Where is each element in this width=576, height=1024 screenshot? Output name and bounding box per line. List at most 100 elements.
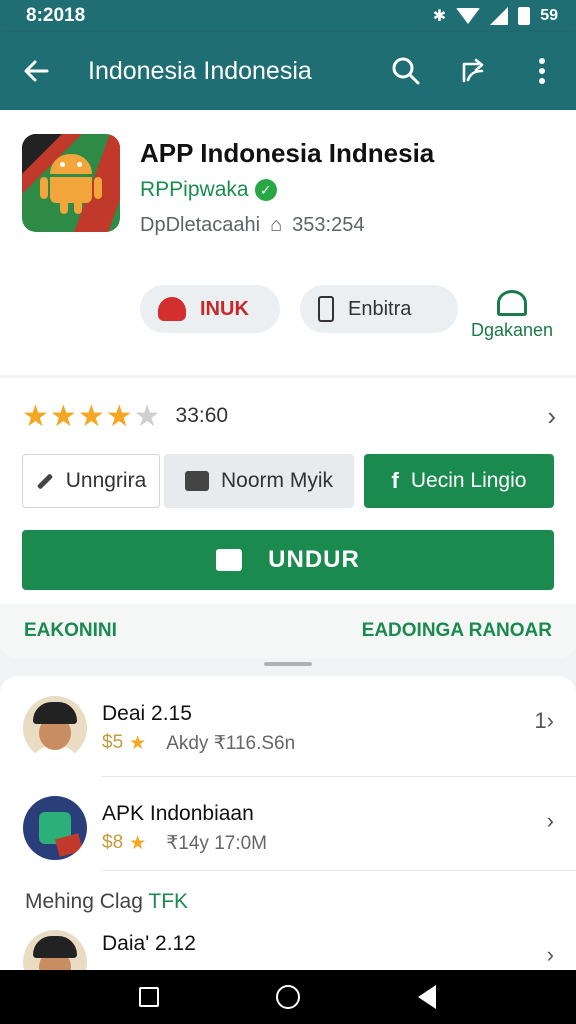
android-body xyxy=(50,177,92,203)
bluetooth-icon: ✱ xyxy=(432,8,447,25)
edit-button-label: Unngrira xyxy=(65,469,147,492)
back-arrow-icon xyxy=(24,60,49,82)
item-sub: $8 ★ ₹14y 17:0M xyxy=(102,832,267,855)
chip-device[interactable]: Enbitra xyxy=(300,285,458,333)
divider xyxy=(102,870,576,871)
signal-icon xyxy=(490,7,509,25)
avatar xyxy=(23,930,87,970)
avatar-hair xyxy=(33,702,77,724)
android-leg xyxy=(60,200,68,214)
list-item[interactable]: Daia' 2.12 › xyxy=(0,912,576,970)
battery-level: 59 xyxy=(540,7,558,24)
status-icons: ✱ 59 xyxy=(433,6,558,26)
item-trail: 1 xyxy=(534,708,547,733)
chevron-right-icon: › xyxy=(546,942,554,967)
triangle-back-icon xyxy=(417,985,436,1009)
meta-right: 353:254 xyxy=(292,214,365,236)
item-detail: Akdy ₹116.S6n xyxy=(166,733,296,754)
chip-device-label: Enbitra xyxy=(348,297,412,320)
item-detail: ₹14y 17:0M xyxy=(166,833,267,854)
app-name: APP Indonesia Indnesia xyxy=(140,138,435,168)
related-list: Deai 2.15 $5 ★ Akdy ₹116.S6n 1› APK Indo… xyxy=(0,676,576,970)
rating-row[interactable]: ★★★★★ 33:60 › xyxy=(22,396,556,436)
drag-handle[interactable] xyxy=(264,662,312,666)
item-name: Deai 2.15 xyxy=(102,702,192,725)
app-meta: DpDletacaahi ⌂ 353:254 xyxy=(140,214,364,237)
download-icon xyxy=(216,549,243,571)
facebook-button[interactable]: f Uecin Lingio xyxy=(364,454,554,508)
download-button[interactable]: UNDUR xyxy=(22,530,554,590)
side-action[interactable]: Dgakanen xyxy=(466,290,558,341)
side-action-label: Dgakanen xyxy=(470,320,554,340)
message-button-label: Noorm Myik xyxy=(220,469,333,492)
android-arm xyxy=(40,177,48,199)
status-time: 8:2018 xyxy=(26,5,86,26)
item-price: $5 xyxy=(102,732,124,753)
circle-icon xyxy=(275,985,300,1009)
meta-left: DpDletacaahi xyxy=(140,214,261,236)
home-icon: ⌂ xyxy=(270,214,283,236)
phone-icon xyxy=(318,296,334,322)
developer-link[interactable]: RPPipwaka ✓ xyxy=(140,178,277,202)
star-icon: ★ xyxy=(77,399,106,433)
app-icon xyxy=(22,134,120,232)
tab-left[interactable]: EAKONINI xyxy=(24,620,117,642)
message-button[interactable]: Noorm Myik xyxy=(164,454,354,508)
developer-name: RPPipwaka xyxy=(140,178,249,201)
square-icon xyxy=(139,987,160,1007)
more-vertical-icon xyxy=(539,58,545,84)
pencil-icon xyxy=(36,472,53,490)
android-eye xyxy=(60,162,65,167)
chevron-right-icon: › xyxy=(546,808,554,833)
chevron-right-icon: › xyxy=(547,400,556,431)
tabs-row: EAKONINI EADOINGA RANOAR xyxy=(0,604,576,658)
chevron-right-icon: › xyxy=(546,708,554,733)
download-label: UNDUR xyxy=(268,546,360,573)
android-icon xyxy=(40,154,102,214)
app-bar: Indonesia Indonesia xyxy=(0,32,576,110)
star-icon: ★ xyxy=(129,833,147,854)
edit-button[interactable]: Unngrira xyxy=(22,454,160,508)
item-chevron: 1› xyxy=(534,708,554,734)
more-options-button[interactable] xyxy=(508,32,576,110)
section-title-accent: TFK xyxy=(148,890,189,913)
back-button[interactable] xyxy=(0,32,72,110)
star-icon: ★ xyxy=(22,399,50,433)
tab-right[interactable]: EADOINGA RANOAR xyxy=(362,620,552,642)
recycle-icon xyxy=(497,290,527,316)
rating-value: 33:60 xyxy=(175,404,229,427)
android-leg xyxy=(74,200,82,214)
android-arm xyxy=(94,177,102,199)
avatar xyxy=(23,696,87,760)
item-price: $8 xyxy=(102,832,124,853)
section-title: Mehing Clag TFK xyxy=(25,890,188,914)
search-icon xyxy=(392,57,420,85)
page-title: Indonesia Indonesia xyxy=(88,56,312,85)
facebook-icon: f xyxy=(391,468,399,493)
search-button[interactable] xyxy=(372,32,440,110)
verified-icon: ✓ xyxy=(254,179,277,201)
item-name: APK Indonbiaan xyxy=(102,802,254,825)
battery-icon xyxy=(518,7,531,25)
chip-red[interactable]: INUK xyxy=(140,285,280,333)
avatar xyxy=(23,796,87,860)
home-button[interactable] xyxy=(268,977,308,1017)
share-icon xyxy=(462,58,484,83)
share-button[interactable] xyxy=(440,32,508,110)
star-icon: ★ xyxy=(129,733,147,754)
recents-button[interactable] xyxy=(129,977,169,1017)
star-icon: ★ xyxy=(105,399,134,433)
wifi-icon xyxy=(456,8,481,24)
message-icon xyxy=(184,471,209,491)
item-name: Daia' 2.12 xyxy=(102,932,196,955)
list-item[interactable]: Deai 2.15 $5 ★ Akdy ₹116.S6n 1› xyxy=(0,676,576,772)
item-sub: $5 ★ Akdy ₹116.S6n xyxy=(102,732,295,755)
system-back-button[interactable] xyxy=(407,977,447,1017)
list-item[interactable]: APK Indonbiaan $8 ★ ₹14y 17:0M › xyxy=(0,776,576,872)
avatar-hair xyxy=(33,936,77,958)
android-head xyxy=(50,154,92,174)
system-nav-bar xyxy=(0,970,576,1024)
android-eye xyxy=(77,162,82,167)
chip-red-label: INUK xyxy=(200,297,249,320)
star-empty-icon: ★ xyxy=(133,399,162,433)
